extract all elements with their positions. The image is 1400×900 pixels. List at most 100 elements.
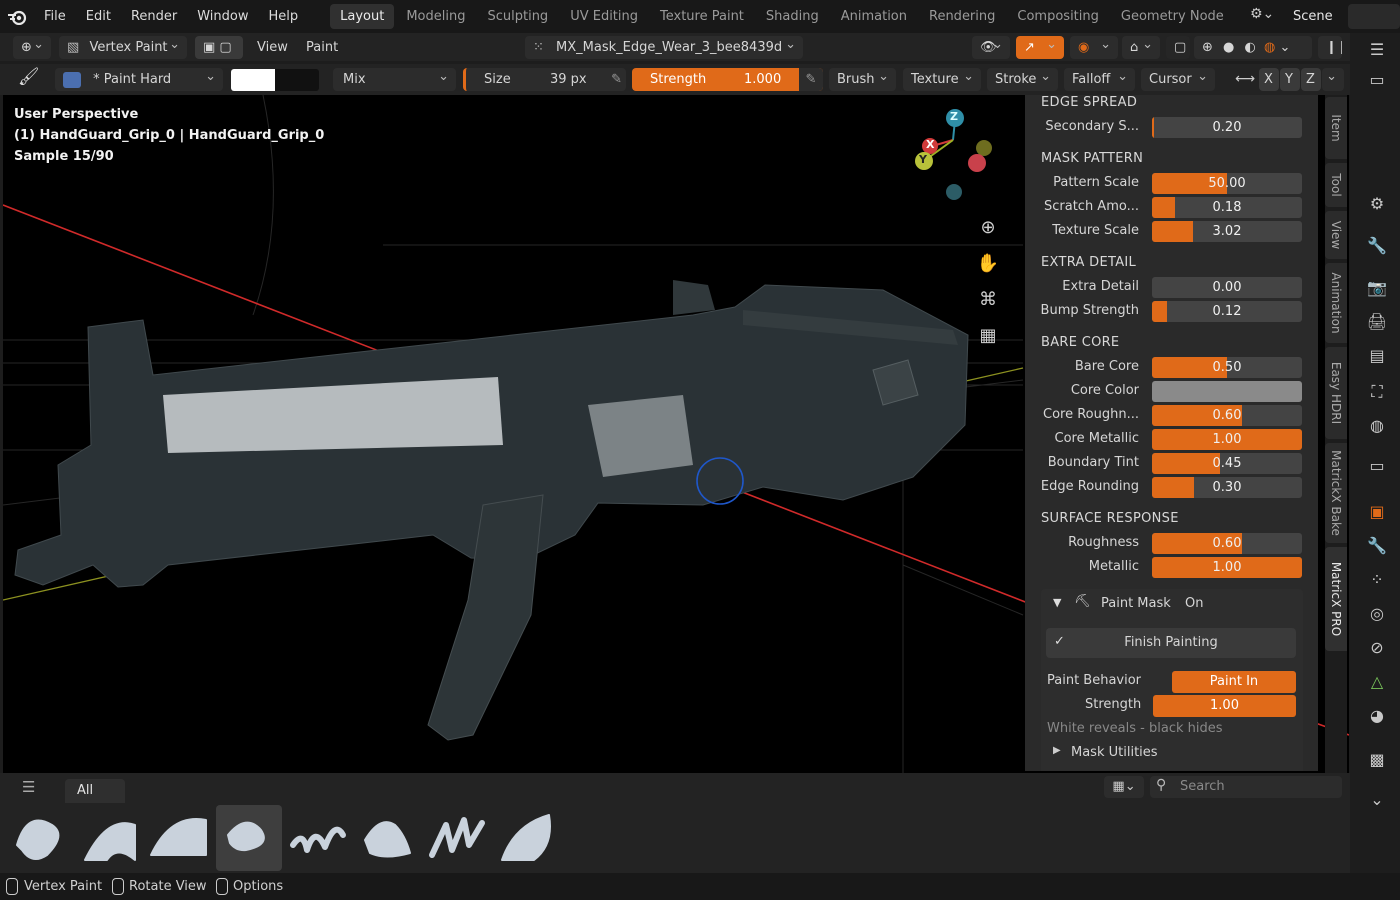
sidebar-tab-3[interactable]: Animation xyxy=(1325,263,1347,343)
property-slider[interactable]: 0.60 xyxy=(1152,533,1302,554)
brush-thumbnail-3[interactable] xyxy=(215,805,282,871)
mask-utilities-header[interactable]: ▶ Mask Utilities xyxy=(1041,741,1303,765)
sidebar-tab-5[interactable]: MatrickX Bake xyxy=(1325,443,1347,543)
cursor-menu[interactable]: Cursor xyxy=(1141,68,1215,91)
property-slider[interactable]: 3.02 xyxy=(1152,221,1302,242)
paint-mask-header[interactable]: ▼ ⛏ Paint Mask On xyxy=(1041,589,1303,619)
workspace-tab-2[interactable]: Sculpting xyxy=(477,4,558,29)
particles-icon[interactable]: ⁘ xyxy=(1364,567,1390,593)
object-data-icon[interactable]: △ xyxy=(1364,669,1390,695)
workspace-tab-5[interactable]: Shading xyxy=(756,4,829,29)
material-properties-icon[interactable]: ◕ xyxy=(1364,703,1390,729)
world-properties-icon[interactable]: ◍ xyxy=(1364,413,1390,439)
shelf-filter-all[interactable]: All xyxy=(65,779,125,803)
menu-file[interactable]: File xyxy=(34,0,76,33)
brush-thumbnail-6[interactable] xyxy=(424,805,490,871)
gizmo-toggle[interactable]: ↗ xyxy=(1016,36,1064,59)
constraints-icon[interactable]: ⊘ xyxy=(1364,635,1390,661)
gizmo-y-label[interactable]: Y xyxy=(919,153,927,166)
property-slider[interactable]: 50.00 xyxy=(1152,173,1302,194)
perspective-grid-icon[interactable]: ▦ xyxy=(975,323,1001,349)
strength-field[interactable]: Strength 1.000 ✎ xyxy=(632,68,823,91)
sidebar-tab-6[interactable]: MatricX PRO xyxy=(1325,547,1347,651)
modifier-properties-icon[interactable]: 🔧 xyxy=(1364,533,1390,559)
mirror-x-button[interactable]: X xyxy=(1259,68,1279,91)
zoom-icon[interactable]: ⊕ xyxy=(975,215,1001,241)
property-slider[interactable]: 1.00 xyxy=(1152,429,1302,450)
rendered-shading-icon[interactable]: ◍ xyxy=(1264,40,1275,55)
property-slider[interactable]: 0.18 xyxy=(1152,197,1302,218)
view-layer-icon[interactable]: ▤ xyxy=(1364,343,1390,369)
menu-help[interactable]: Help xyxy=(259,0,309,33)
mask-toggle-button[interactable]: ▣ ▢ xyxy=(195,36,243,59)
color-field[interactable] xyxy=(1152,381,1302,402)
toggle-xray-button[interactable]: ▢ xyxy=(1166,36,1190,59)
menu-render[interactable]: Render xyxy=(121,0,187,33)
mask-strength-slider[interactable]: 1.00 xyxy=(1153,695,1296,717)
collection-properties-icon[interactable]: ▭ xyxy=(1364,453,1390,479)
workspace-tab-4[interactable]: Texture Paint xyxy=(650,4,754,29)
sidebar-tab-4[interactable]: Easy HDRI xyxy=(1325,347,1347,439)
sidebar-tab-1[interactable]: Tool xyxy=(1325,163,1347,207)
brush-thumbnail-1[interactable] xyxy=(77,805,143,871)
scene-properties-icon[interactable]: ⛶ xyxy=(1364,379,1390,405)
property-slider[interactable]: 0.45 xyxy=(1152,453,1302,474)
brush-thumbnail-5[interactable] xyxy=(355,805,421,871)
scene-name[interactable]: Scene xyxy=(1293,0,1333,33)
property-slider[interactable]: 1.00 xyxy=(1152,557,1302,578)
tool-properties-icon[interactable]: 🔧 xyxy=(1364,233,1390,259)
pause-render-button[interactable]: ❙❙ xyxy=(1318,36,1342,59)
workspace-tab-6[interactable]: Animation xyxy=(831,4,917,29)
brush-thumbnail-4[interactable] xyxy=(285,805,351,871)
sidebar-tab-2[interactable]: View xyxy=(1325,211,1347,259)
property-slider[interactable]: 0.00 xyxy=(1152,277,1302,298)
gizmo-z-label[interactable]: Z xyxy=(950,110,958,123)
solid-shading-icon[interactable]: ● xyxy=(1223,40,1234,55)
sidebar-tab-0[interactable]: Item xyxy=(1325,97,1347,159)
size-pressure-icon[interactable]: ✎ xyxy=(611,68,622,91)
shelf-menu-icon[interactable]: ☰ xyxy=(22,778,42,798)
render-properties-icon[interactable]: 📷 xyxy=(1364,275,1390,301)
mirror-y-button[interactable]: Y xyxy=(1280,68,1300,91)
menu-edit[interactable]: Edit xyxy=(76,0,121,33)
brush-thumbnail-2[interactable] xyxy=(146,805,212,871)
symmetry-dropdown[interactable] xyxy=(1322,68,1344,91)
properties-filter-icon[interactable]: ⚙ xyxy=(1364,191,1390,217)
visibility-dropdown[interactable]: 👁 xyxy=(972,36,1010,59)
strength-pressure-icon[interactable]: ✎ xyxy=(799,68,823,91)
property-slider[interactable]: 0.12 xyxy=(1152,301,1302,322)
color-swatch[interactable] xyxy=(231,69,275,91)
xray-toggle[interactable]: ⌂ xyxy=(1122,36,1160,59)
symmetry-icon[interactable]: ⟷ xyxy=(1235,71,1257,91)
shading-buttons[interactable]: ⊕ ● ◐ ◍ ⌄ xyxy=(1194,36,1312,59)
shelf-search-field[interactable]: ⚲ Search xyxy=(1150,776,1342,798)
property-slider[interactable]: 0.30 xyxy=(1152,477,1302,498)
property-slider[interactable]: 0.50 xyxy=(1152,357,1302,378)
workspace-tab-1[interactable]: Modeling xyxy=(396,4,475,29)
falloff-menu[interactable]: Falloff xyxy=(1064,68,1135,91)
properties-scroll-down-icon[interactable]: ⌄ xyxy=(1364,787,1390,813)
brush-selector[interactable]: * Paint Hard xyxy=(55,68,223,91)
secondary-color-swatch[interactable] xyxy=(275,69,319,91)
mirror-z-button[interactable]: Z xyxy=(1301,68,1321,91)
size-field[interactable]: Size 39 px ✎ xyxy=(463,68,626,91)
brush-tool-icon[interactable]: 🖌 xyxy=(18,67,44,91)
property-slider[interactable]: 0.20 xyxy=(1152,117,1302,138)
brush-thumbnail-7[interactable] xyxy=(494,805,560,871)
texture-menu[interactable]: Texture xyxy=(903,68,981,91)
blend-mode-selector[interactable]: Mix xyxy=(333,68,456,91)
properties-display-icon[interactable]: ▭ xyxy=(1364,67,1390,93)
blender-logo-icon[interactable] xyxy=(0,0,34,33)
workspace-tab-9[interactable]: Geometry Node xyxy=(1111,4,1234,29)
wireframe-shading-icon[interactable]: ⊕ xyxy=(1202,40,1213,55)
scene-field[interactable] xyxy=(1348,4,1400,29)
workspace-tab-3[interactable]: UV Editing xyxy=(560,4,648,29)
property-slider[interactable]: 0.60 xyxy=(1152,405,1302,426)
physics-icon[interactable]: ◎ xyxy=(1364,601,1390,627)
brush-menu[interactable]: Brush xyxy=(829,68,896,91)
workspace-tab-7[interactable]: Rendering xyxy=(919,4,1005,29)
workspace-tab-8[interactable]: Compositing xyxy=(1007,4,1109,29)
workspace-tab-0[interactable]: Layout xyxy=(330,4,395,29)
texture-properties-icon[interactable]: ▩ xyxy=(1364,747,1390,773)
pan-hand-icon[interactable]: ✋ xyxy=(975,251,1001,277)
